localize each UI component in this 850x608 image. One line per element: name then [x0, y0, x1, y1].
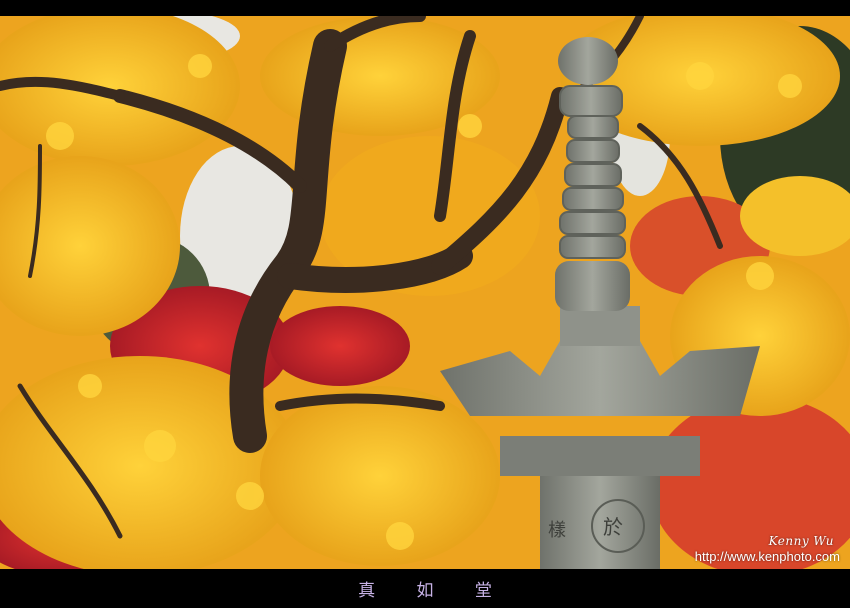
photographer-name: Kenny Wu: [768, 534, 834, 548]
svg-text:於: 於: [603, 515, 623, 539]
caption-bar: 真 如 堂: [0, 569, 850, 608]
svg-text:樣: 樣: [548, 520, 566, 541]
photographer-url: http://www.kenphoto.com: [694, 549, 840, 564]
photograph: 於 樣 Kenny Wu http://www.kenphoto.com: [0, 16, 850, 569]
photograph-illustration: 於 樣: [0, 16, 850, 569]
photographer-watermark: Kenny Wu http://www.kenphoto.com: [695, 534, 840, 564]
photo-frame: 於 樣 Kenny Wu http://www.kenphoto.com 真 如…: [0, 0, 850, 608]
caption-title: 真 如 堂: [358, 581, 510, 601]
